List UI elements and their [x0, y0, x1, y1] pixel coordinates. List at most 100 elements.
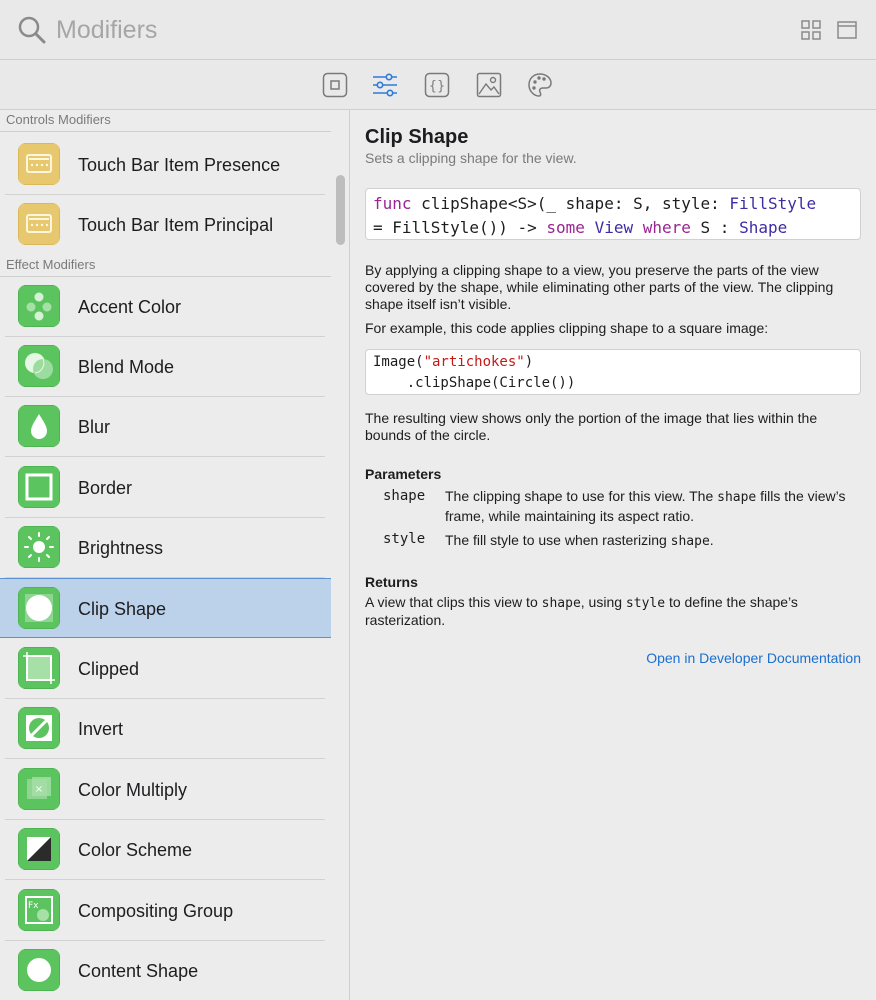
item-label: Clipped: [78, 659, 140, 679]
item-label: Content Shape: [78, 961, 199, 981]
search-bar: [0, 0, 876, 60]
invert-icon: [18, 707, 60, 749]
grid-view-icon[interactable]: [800, 19, 822, 41]
parameter-name: style: [383, 531, 426, 547]
item-label: Touch Bar Item Principal: [78, 215, 274, 235]
sliders-icon[interactable]: [372, 72, 398, 98]
border-icon: [18, 466, 60, 508]
parameter-name: shape: [383, 488, 426, 504]
modifier-list: Controls Modifiers Touch Bar Item Presen…: [0, 110, 331, 1000]
code-keyword: some: [546, 218, 585, 237]
desc-text: The clipping shape to use for this view.…: [445, 488, 718, 504]
clipped-icon: [18, 647, 60, 689]
declaration-line-1: func clipShape<S>(_ shape: S, style: Fil…: [373, 192, 853, 216]
clip-shape-icon: [18, 587, 60, 629]
braces-icon[interactable]: {}: [424, 72, 450, 98]
item-label: Blur: [78, 417, 111, 437]
code-text: ): [524, 354, 534, 370]
square-icon[interactable]: [322, 72, 348, 98]
brightness-icon: [18, 526, 60, 568]
declaration-code: func clipShape<S>(_ shape: S, style: Fil…: [365, 188, 861, 240]
section-header-controls: Controls Modifiers: [0, 110, 331, 132]
search-input[interactable]: [56, 12, 656, 48]
code-keyword: where: [642, 218, 691, 237]
result-text: The resulting view shows only the portio…: [365, 410, 818, 443]
color-scheme-icon: [18, 828, 60, 870]
item-label: Clip Shape: [78, 599, 167, 619]
compositing-group-icon: Fx: [18, 889, 60, 931]
code-type: FillStyle: [729, 194, 817, 213]
open-documentation-link[interactable]: Open in Developer Documentation: [646, 650, 861, 666]
list-item-touch-bar-item-presence[interactable]: Touch Bar Item Presence: [5, 135, 325, 195]
description-text: By applying a clipping shape to a view, …: [365, 262, 834, 312]
list-item-invert[interactable]: Invert: [5, 699, 325, 759]
item-label: Color Multiply: [78, 780, 188, 800]
image-icon[interactable]: [476, 72, 502, 98]
code-text: clipShape<S>(_ shape: S, style:: [411, 194, 730, 213]
code-type: View: [594, 218, 634, 237]
code-type: Shape: [739, 218, 788, 237]
desc-code: shape: [541, 596, 581, 611]
accent-color-icon: [18, 285, 60, 327]
list-item-blur[interactable]: Blur: [5, 397, 325, 457]
list-item-brightness[interactable]: Brightness: [5, 518, 325, 578]
code-string: "artichokes": [423, 354, 525, 370]
list-item-color-multiply[interactable]: × Color Multiply: [5, 760, 325, 820]
color-multiply-icon: ×: [18, 768, 60, 810]
list-item-clipped[interactable]: Clipped: [5, 639, 325, 699]
item-label: Color Scheme: [78, 840, 193, 860]
list-item-content-shape[interactable]: Content Shape: [5, 941, 325, 1000]
code-keyword: func: [373, 194, 412, 213]
example-line-1: Image("artichokes"): [373, 352, 853, 373]
example-intro: For example, this code applies clipping …: [365, 320, 769, 336]
item-label: Blend Mode: [78, 357, 175, 377]
desc-code: shape: [670, 534, 710, 549]
declaration-line-2: = FillStyle()) -> some View where S : Sh…: [373, 216, 853, 240]
search-icon: [18, 16, 46, 44]
item-label: Compositing Group: [78, 901, 234, 921]
touchbar-icon: [18, 203, 60, 245]
item-label: Touch Bar Item Presence: [78, 155, 281, 175]
code-text: = FillStyle()) ->: [373, 218, 547, 237]
example-line-2: .clipShape(Circle()): [373, 375, 576, 391]
svg-text:Fx: Fx: [28, 901, 39, 911]
parameter-description: The clipping shape to use for this view.…: [445, 487, 855, 525]
palette-icon[interactable]: [527, 72, 553, 98]
sidebar-scrollbar[interactable]: [336, 175, 345, 245]
list-item-accent-color[interactable]: Accent Color: [5, 277, 325, 337]
touchbar-icon: [18, 143, 60, 185]
window-icon[interactable]: [836, 19, 858, 41]
code-text: S :: [690, 218, 740, 237]
list-item-blend-mode[interactable]: Blend Mode: [5, 337, 325, 397]
item-label: Brightness: [78, 538, 164, 558]
item-label: Accent Color: [78, 297, 182, 317]
code-text: Image(: [373, 354, 424, 370]
desc-text: A view that clips this view to: [365, 594, 542, 610]
list-item-clip-shape[interactable]: Clip Shape: [0, 578, 331, 638]
returns-text: A view that clips this view to shape, us…: [365, 594, 865, 629]
returns-heading: Returns: [365, 574, 418, 590]
list-item-touch-bar-item-principal[interactable]: Touch Bar Item Principal: [5, 195, 325, 255]
section-header-effects: Effect Modifiers: [0, 255, 331, 277]
svg-text:{}: {}: [429, 79, 446, 94]
item-label: Border: [78, 478, 133, 498]
desc-code: style: [625, 596, 666, 611]
desc-text: , using: [580, 594, 626, 610]
detail-title: Clip Shape: [365, 126, 469, 148]
library-toolbar: {}: [0, 60, 876, 110]
desc-text: The fill style to use when rasterizing: [445, 532, 671, 548]
desc-code: shape: [717, 490, 757, 505]
list-item-color-scheme[interactable]: Color Scheme: [5, 820, 325, 880]
detail-subtitle: Sets a clipping shape for the view.: [365, 150, 577, 166]
item-label: Invert: [78, 719, 124, 739]
list-item-compositing-group[interactable]: Fx Compositing Group: [5, 881, 325, 941]
svg-text:×: ×: [35, 784, 43, 795]
content-shape-icon: [18, 949, 60, 991]
list-item-border[interactable]: Border: [5, 458, 325, 518]
detail-pane: Clip Shape Sets a clipping shape for the…: [350, 110, 876, 1000]
blend-mode-icon: [18, 345, 60, 387]
desc-text: .: [709, 532, 714, 548]
example-code: Image("artichokes") .clipShape(Circle()): [365, 349, 861, 395]
